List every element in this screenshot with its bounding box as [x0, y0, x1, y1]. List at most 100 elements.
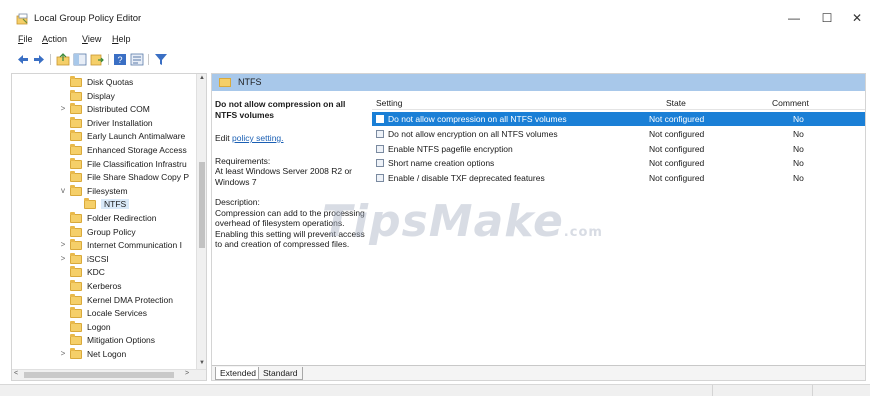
tree-item[interactable]: v Filesystem — [12, 184, 197, 198]
details-pane: NTFS Do not allow compression on all NTF… — [211, 73, 866, 381]
scroll-up-icon[interactable]: ▲ — [197, 75, 206, 81]
tab-extended[interactable]: Extended — [215, 367, 261, 380]
tab-standard[interactable]: Standard — [258, 367, 303, 380]
policy-setting-row[interactable]: Enable / disable TXF deprecated features… — [372, 171, 865, 185]
folder-icon — [70, 116, 82, 128]
menu-action[interactable]: Action — [42, 34, 67, 44]
toolbar: ? — [0, 51, 870, 69]
svg-text:?: ? — [117, 55, 122, 65]
tree-item[interactable]: Group Policy — [12, 225, 197, 239]
tree-item[interactable]: Logon — [12, 320, 197, 334]
menu-file[interactable]: File — [18, 34, 33, 44]
tree-item[interactable]: Enhanced Storage Access — [12, 144, 197, 157]
menu-help[interactable]: Help — [112, 34, 131, 44]
chevron-right-icon[interactable]: > — [59, 104, 67, 113]
tree-pane[interactable]: Disk Quotas Display > Distributed COM Driver… — [11, 73, 207, 381]
setting-comment: No — [793, 173, 804, 184]
folder-icon — [70, 76, 82, 87]
folder-icon — [84, 198, 96, 210]
folder-icon — [70, 252, 82, 264]
tree-item[interactable]: Display — [12, 89, 197, 103]
show-hide-tree-icon[interactable] — [73, 53, 87, 66]
status-bar — [0, 384, 870, 396]
tree-item[interactable]: File Share Shadow Copy P — [12, 171, 197, 184]
menu-view[interactable]: View — [82, 34, 101, 44]
tree-item-label: Filesystem — [87, 185, 128, 196]
setting-state: Not configured — [649, 143, 705, 154]
folder-icon — [70, 212, 82, 223]
scroll-right-icon[interactable]: > — [185, 370, 189, 377]
policy-setting-row[interactable]: Short name creation options Not configure… — [372, 156, 865, 170]
tree-item[interactable]: Mitigation Options — [12, 334, 197, 347]
tree-item-label: Logon — [87, 321, 111, 332]
setting-comment: No — [793, 114, 804, 124]
tree-item-label: Kerberos — [87, 281, 122, 291]
tree-item-label: Mitigation Options — [87, 335, 156, 346]
tree-item[interactable]: Kerberos — [12, 280, 197, 293]
column-setting[interactable]: Setting — [376, 98, 402, 108]
tree-item-label: Net Logon — [87, 349, 127, 359]
column-state[interactable]: State — [666, 98, 686, 108]
chevron-right-icon[interactable]: > — [59, 349, 67, 358]
watermark: TipsMake.com — [322, 196, 603, 247]
node-title: NTFS — [238, 77, 262, 87]
tree-item[interactable]: Disk Quotas — [12, 76, 197, 89]
tree-item-label: Distributed COM — [87, 104, 150, 115]
setting-name: Enable / disable TXF deprecated features — [388, 173, 545, 184]
close-button[interactable]: ✕ — [842, 8, 870, 28]
minimize-button[interactable]: — — [779, 8, 809, 28]
tree-item-label: NTFS — [101, 199, 130, 210]
tree-item-label: Disk Quotas — [87, 77, 134, 87]
watermark-suffix: .com — [563, 225, 603, 240]
tree-item-label: Folder Redirection — [87, 213, 157, 223]
edit-policy-link[interactable]: policy setting. — [232, 133, 284, 143]
chevron-right-icon[interactable]: > — [59, 254, 67, 263]
tree-item[interactable]: Folder Redirection — [12, 212, 197, 225]
back-arrow-icon[interactable] — [16, 53, 30, 66]
tree-vertical-scrollbar[interactable]: ▲ ▼ — [196, 74, 206, 370]
tree-item-label: Driver Installation — [87, 117, 153, 128]
properties-icon[interactable] — [130, 53, 144, 66]
tree-item[interactable]: Locale Services — [12, 307, 197, 320]
column-comment[interactable]: Comment — [772, 98, 809, 108]
filter-icon[interactable] — [154, 53, 168, 66]
folder-icon — [70, 348, 82, 359]
maximize-button[interactable]: ☐ — [812, 8, 842, 28]
tree-item[interactable]: KDC — [12, 266, 197, 279]
tree-item-label: Kernel DMA Protection — [87, 294, 173, 305]
scroll-down-icon[interactable]: ▼ — [197, 360, 206, 366]
export-list-icon[interactable] — [90, 53, 104, 66]
chevron-down-icon[interactable]: v — [59, 186, 67, 195]
tree-item[interactable]: > Distributed COM — [12, 103, 197, 116]
folder-icon — [219, 78, 231, 87]
tree-item[interactable]: Kernel DMA Protection — [12, 293, 197, 307]
tree-item-label: Group Policy — [87, 226, 136, 237]
toolbar-separator — [50, 54, 51, 65]
tree-item[interactable]: NTFS — [12, 198, 197, 211]
column-headers: Setting State Comment — [372, 96, 865, 110]
scroll-left-icon[interactable]: < — [14, 370, 18, 377]
help-icon[interactable]: ? — [113, 53, 127, 66]
up-folder-icon[interactable] — [56, 53, 70, 66]
scrollbar-thumb[interactable] — [199, 162, 205, 248]
tree-item[interactable]: > Net Logon — [12, 348, 197, 361]
forward-arrow-icon[interactable] — [32, 53, 46, 66]
folder-icon — [70, 320, 82, 332]
window-title: Local Group Policy Editor — [34, 13, 142, 24]
tree-item[interactable]: > iSCSI — [12, 252, 197, 266]
tree-horizontal-scrollbar[interactable]: < > — [12, 369, 206, 380]
folder-icon — [70, 225, 82, 237]
policy-setting-row[interactable]: Enable NTFS pagefile encryption Not confi… — [372, 142, 865, 156]
policy-setting-icon — [376, 129, 384, 138]
policy-setting-row[interactable]: Do not allow encryption on all NTFS volu… — [372, 127, 865, 141]
tree-item[interactable]: Driver Installation — [12, 116, 197, 130]
policy-setting-row[interactable]: Do not allow compression on all NTFS vol… — [372, 112, 865, 126]
toolbar-separator — [148, 54, 149, 65]
chevron-right-icon[interactable]: > — [59, 240, 67, 249]
tree-item[interactable]: Early Launch Antimalware — [12, 130, 197, 143]
title-bar: Local Group Policy Editor — ☐ ✕ — [0, 0, 870, 30]
tree-item[interactable]: > Internet Communication I — [12, 239, 197, 252]
tree-item[interactable]: File Classification Infrastru — [12, 157, 197, 171]
scrollbar-thumb[interactable] — [24, 372, 174, 378]
folder-icon — [70, 103, 82, 115]
